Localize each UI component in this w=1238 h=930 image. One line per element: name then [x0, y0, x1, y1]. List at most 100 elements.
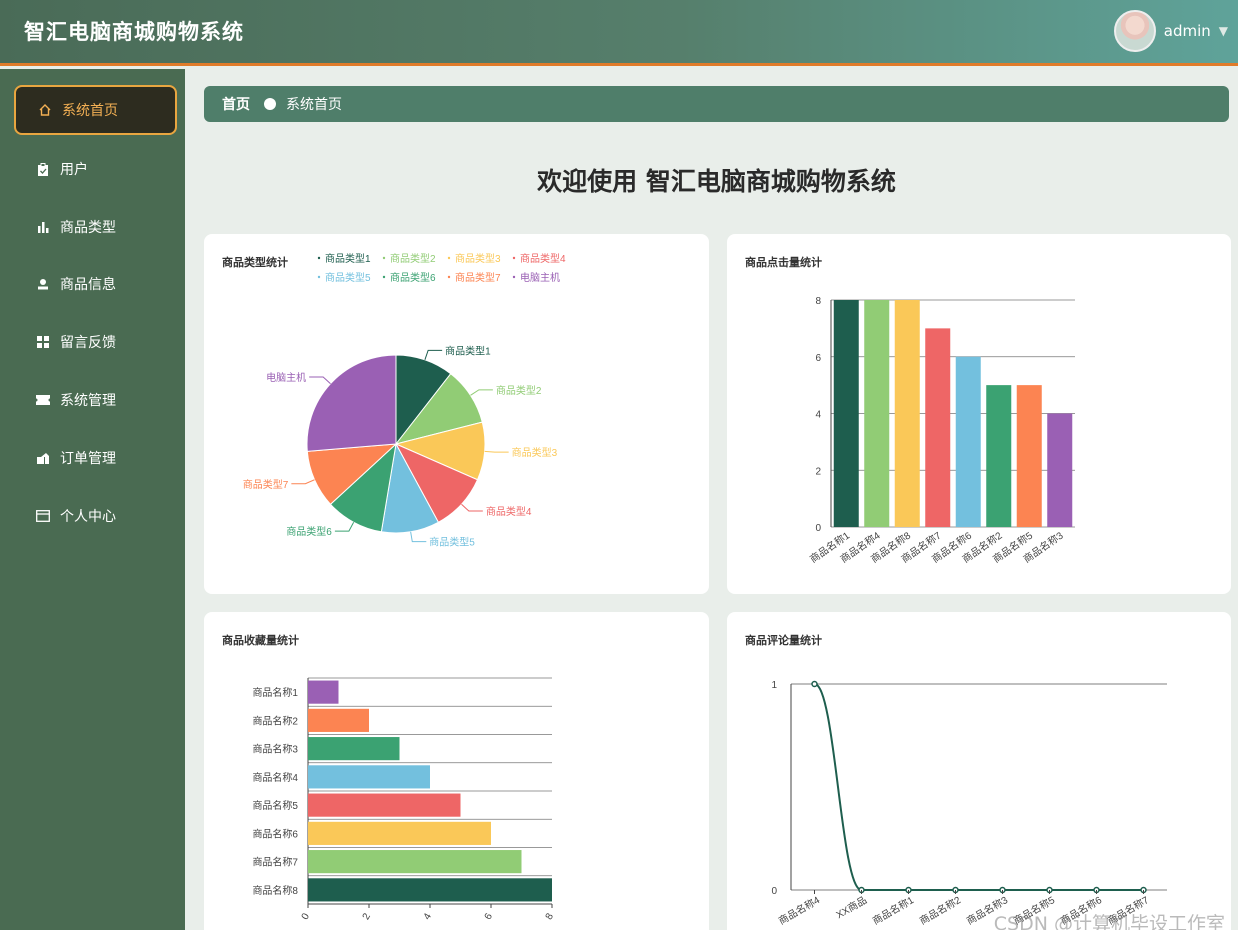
pie-label-line	[470, 389, 493, 396]
pie-label: 商品类型4	[486, 505, 532, 518]
line-series	[814, 683, 1144, 891]
breadcrumb-current: 系统首页	[286, 97, 342, 113]
sidebar-item-profile[interactable]: 个人中心	[14, 491, 177, 541]
x-tick-label: 8	[544, 911, 557, 922]
pie-label-line	[461, 503, 483, 512]
comment-line-chart: 01商品名称4 XX商品 商品名称1 商品名称2 商品名称3 商品名称5 商品名称6 商品名称…	[771, 680, 1167, 927]
pie-chart: 商品类型1 商品类型2 商品类型3 商品类型4商品类型5 商品类型6 商品类型7 电脑主机商…	[243, 252, 566, 549]
legend-dot-icon	[512, 256, 516, 260]
bar	[308, 765, 430, 789]
pie-label: 商品类型2	[496, 384, 542, 397]
bar	[308, 821, 491, 845]
pie-label: 商品类型6	[286, 525, 332, 538]
legend-entry: 商品类型3	[455, 252, 501, 265]
sidebar-item-label: 个人中心	[60, 509, 116, 525]
pie-label: 商品类型7	[243, 478, 289, 491]
sidebar-item-users[interactable]: 用户	[14, 144, 177, 194]
sidebar-item-products[interactable]: 商品信息	[14, 259, 177, 309]
y-tick-label: 6	[815, 353, 821, 364]
top-header: 智汇电脑商城购物系统 admin ▼	[0, 0, 1238, 66]
person-icon	[32, 278, 54, 290]
x-tick-label: 商品名称1	[870, 893, 916, 927]
box-icon	[32, 452, 54, 464]
user-name[interactable]: admin	[1164, 22, 1211, 40]
pie-label: 商品类型3	[512, 446, 558, 459]
x-tick-label: 6	[483, 911, 496, 922]
sidebar-item-label: 留言反馈	[60, 335, 116, 351]
legend-dot-icon	[512, 275, 516, 279]
legend-dot-icon	[382, 256, 386, 260]
x-tick-label: 4	[422, 911, 435, 922]
legend-entry: 商品类型7	[455, 271, 501, 284]
sidebar-item-label: 系统首页	[62, 103, 118, 119]
welcome-title: 欢迎使用 智汇电脑商城购物系统	[537, 167, 896, 196]
legend-entry: 电脑主机	[520, 271, 560, 284]
sidebar-item-product-types[interactable]: 商品类型	[14, 202, 177, 252]
home-icon	[34, 103, 56, 117]
sidebar-item-system[interactable]: 系统管理	[14, 375, 177, 425]
y-tick-label: 4	[815, 410, 821, 421]
bar	[925, 328, 951, 527]
pie-label: 商品类型5	[429, 536, 475, 549]
sidebar-item-home[interactable]: 系统首页	[14, 85, 177, 135]
bar	[1016, 385, 1042, 527]
pie-label-line	[309, 376, 331, 385]
ticket-icon	[32, 395, 54, 405]
y-tick-label: 1	[771, 680, 777, 691]
bar-chart-icon	[32, 221, 54, 233]
breadcrumb-home[interactable]: 首页	[222, 94, 250, 114]
y-tick-label: 商品名称3	[252, 743, 298, 756]
sidebar-item-label: 订单管理	[60, 451, 116, 467]
app-title: 智汇电脑商城购物系统	[24, 20, 244, 44]
legend-entry: 商品类型2	[390, 252, 436, 265]
y-tick-label: 0	[771, 886, 777, 897]
y-tick-label: 商品名称4	[252, 771, 298, 784]
favorite-bar-chart: 商品名称1 商品名称2 商品名称3 商品名称4 商品名称5 商品名称6 商品名称7 商品名称8…	[252, 677, 557, 922]
bar	[308, 708, 369, 732]
pie-chart-card: 商品类型统计 商品类型1 商品类型2 商品类型3 商品类型4 商品类型5 商品类型6 商品类…	[204, 234, 709, 594]
x-tick-label: 2	[361, 911, 374, 922]
sidebar-item-feedback[interactable]: 留言反馈	[14, 317, 177, 367]
legend-dot-icon	[447, 256, 451, 260]
pie-label: 电脑主机	[266, 371, 306, 384]
breadcrumb: 首页 系统首页	[204, 86, 1229, 122]
bar	[308, 878, 552, 902]
pie-label-line	[424, 349, 443, 360]
legend-dot-icon	[317, 256, 321, 260]
pie-label: 商品类型1	[445, 344, 491, 357]
favorite-chart-card: 商品收藏量统计 商品名称1 商品名称2 商品名称3 商品名称4 商品名称5 商品名称6 商品…	[204, 612, 709, 930]
bar	[1047, 413, 1073, 527]
pie-label-line	[291, 479, 315, 485]
bar	[308, 850, 522, 874]
bar	[308, 737, 400, 761]
bar	[986, 385, 1012, 527]
sidebar-item-label: 商品信息	[60, 277, 116, 293]
bar	[955, 356, 981, 527]
comment-chart-card: 商品评论量统计 0 1 商品名称4 XX商品 商品名称1 商品名称2 商品名称3 商品名称5 商…	[727, 612, 1231, 930]
legend-entry: 商品类型6	[390, 271, 436, 284]
sidebar-item-orders[interactable]: 订单管理	[14, 433, 177, 483]
y-tick-label: 商品名称5	[252, 799, 298, 812]
sidebar-item-label: 商品类型	[60, 220, 116, 236]
click-chart-card: 商品点击量统计 0 2 4 6 8 商品名称1 商品名称4 商品名称8 商品名称7 商品名称6 商品…	[727, 234, 1231, 594]
y-tick-label: 商品名称2	[252, 714, 298, 727]
legend-dot-icon	[447, 275, 451, 279]
bar	[833, 300, 859, 527]
x-tick-label: XX商品	[834, 893, 869, 921]
user-menu[interactable]: admin ▼	[1113, 10, 1228, 52]
y-tick-label: 商品名称6	[252, 827, 298, 840]
y-tick-label: 8	[815, 296, 821, 307]
legend-dot-icon	[317, 275, 321, 279]
chevron-down-icon[interactable]: ▼	[1219, 24, 1228, 38]
bar	[308, 680, 339, 704]
card-icon	[32, 510, 54, 522]
y-tick-label: 商品名称7	[252, 856, 298, 869]
click-bar-chart: 02468商品名称1商品名称4商品名称8商品名称7商品名称6商品名称2商品名称5…	[807, 296, 1075, 566]
y-tick-label: 商品名称1	[252, 686, 298, 699]
bar	[308, 793, 461, 817]
legend-entry: 商品类型5	[325, 271, 371, 284]
line-point	[811, 680, 818, 688]
avatar[interactable]	[1113, 10, 1156, 52]
legend-entry: 商品类型4	[520, 252, 566, 265]
bar	[894, 300, 920, 527]
